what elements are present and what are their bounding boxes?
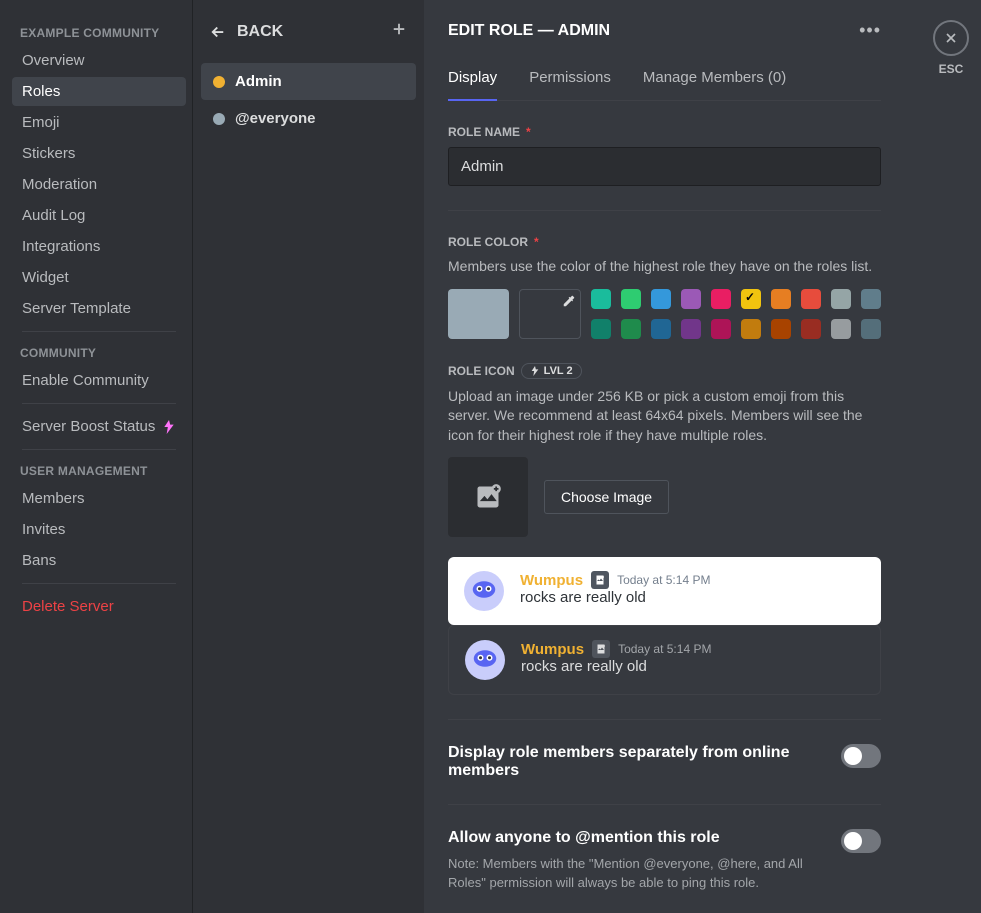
preview-message-light: Wumpus Today at 5:14 PM rocks are really…	[448, 557, 881, 625]
more-options-button[interactable]: •••	[859, 20, 881, 41]
close-icon	[943, 30, 959, 46]
role-icon-badge	[592, 640, 610, 658]
color-swatch[interactable]	[711, 319, 731, 339]
tabs: Display Permissions Manage Members (0)	[448, 57, 881, 101]
color-swatch[interactable]	[741, 289, 761, 309]
choose-image-button[interactable]: Choose Image	[544, 480, 669, 514]
color-swatch[interactable]	[591, 289, 611, 309]
color-swatch[interactable]	[681, 319, 701, 339]
settings-sidebar: Example Community OverviewRolesEmojiStic…	[0, 0, 192, 913]
sidebar-item-invites[interactable]: Invites	[12, 515, 186, 544]
tab-manage[interactable]: Manage Members (0)	[643, 57, 786, 100]
role-list-column: Back Admin @everyone	[192, 0, 424, 913]
page-title: Edit Role — Admin	[448, 22, 610, 40]
preview-text: rocks are really old	[521, 658, 864, 675]
sidebar-item-members[interactable]: Members	[12, 484, 186, 513]
role-icon-label: Role Icon LVL 2	[448, 363, 881, 379]
custom-color-picker[interactable]	[519, 289, 581, 339]
role-color-dot	[213, 76, 225, 88]
sidebar-item-widget[interactable]: Widget	[12, 263, 186, 292]
color-swatch[interactable]	[831, 289, 851, 309]
sidebar-item-bans[interactable]: Bans	[12, 546, 186, 575]
color-swatch[interactable]	[801, 289, 821, 309]
color-swatch[interactable]	[621, 319, 641, 339]
color-swatch[interactable]	[741, 319, 761, 339]
sidebar-item-server-boost-status[interactable]: Server Boost Status	[12, 412, 186, 441]
eyedropper-icon	[562, 294, 576, 308]
color-swatch[interactable]	[801, 319, 821, 339]
close-icon	[847, 835, 859, 847]
tab-display[interactable]: Display	[448, 57, 497, 100]
boost-icon	[162, 420, 176, 434]
role-color-dot	[213, 113, 225, 125]
mention-toggle-note: Note: Members with the "Mention @everyon…	[448, 855, 821, 891]
color-swatch[interactable]	[861, 289, 881, 309]
sidebar-item-emoji[interactable]: Emoji	[12, 108, 186, 137]
role-item-admin[interactable]: Admin	[201, 63, 416, 100]
preview-username: Wumpus	[520, 572, 583, 589]
color-swatch[interactable]	[621, 289, 641, 309]
role-item-everyone[interactable]: @everyone	[201, 100, 416, 137]
role-color-helper: Members use the color of the highest rol…	[448, 257, 881, 277]
add-role-button[interactable]	[390, 20, 408, 43]
role-name-label: Role Name*	[448, 125, 881, 139]
sidebar-item-integrations[interactable]: Integrations	[12, 232, 186, 261]
role-icon-helper: Upload an image under 256 KB or pick a c…	[448, 387, 881, 446]
preview-timestamp: Today at 5:14 PM	[617, 573, 710, 587]
color-swatch[interactable]	[681, 289, 701, 309]
server-name-heading: Example Community	[12, 20, 186, 46]
sidebar-item-enable-community[interactable]: Enable Community	[12, 366, 186, 395]
color-swatch[interactable]	[831, 319, 851, 339]
back-label: Back	[237, 23, 283, 41]
image-add-icon	[474, 483, 502, 511]
tab-permissions[interactable]: Permissions	[529, 57, 611, 100]
sidebar-item-delete-server[interactable]: Delete Server	[12, 592, 186, 621]
boost-icon	[530, 366, 540, 376]
close-column: ESC	[921, 0, 981, 913]
preview-text: rocks are really old	[520, 589, 865, 606]
color-swatch[interactable]	[861, 319, 881, 339]
avatar	[465, 640, 505, 680]
mention-toggle-label: Allow anyone to @mention this role	[448, 829, 821, 847]
sidebar-heading: Community	[12, 340, 186, 366]
role-name-input[interactable]	[448, 147, 881, 186]
preview-message-dark: Wumpus Today at 5:14 PM rocks are really…	[448, 625, 881, 695]
level-badge: LVL 2	[521, 363, 582, 379]
sidebar-item-audit-log[interactable]: Audit Log	[12, 201, 186, 230]
color-swatches	[591, 289, 881, 339]
sidebar-item-overview[interactable]: Overview	[12, 46, 186, 75]
role-icon-badge	[591, 571, 609, 589]
back-button[interactable]: Back	[209, 23, 283, 41]
sidebar-item-roles[interactable]: Roles	[12, 77, 186, 106]
sidebar-item-stickers[interactable]: Stickers	[12, 139, 186, 168]
hoist-toggle[interactable]	[841, 744, 881, 768]
arrow-left-icon	[209, 23, 227, 41]
close-button[interactable]	[933, 20, 969, 56]
color-swatch[interactable]	[771, 289, 791, 309]
color-swatch[interactable]	[651, 319, 671, 339]
close-icon	[847, 750, 859, 762]
color-swatch[interactable]	[771, 319, 791, 339]
esc-label: ESC	[921, 62, 981, 76]
hoist-toggle-label: Display role members separately from onl…	[448, 744, 821, 780]
preview-username: Wumpus	[521, 641, 584, 658]
role-color-label: Role Color*	[448, 235, 881, 249]
upload-image-box[interactable]	[448, 457, 528, 537]
color-swatch[interactable]	[711, 289, 731, 309]
sidebar-item-server-template[interactable]: Server Template	[12, 294, 186, 323]
sidebar-heading: User Management	[12, 458, 186, 484]
role-editor: Edit Role — Admin ••• Display Permissions…	[424, 0, 921, 913]
sidebar-item-moderation[interactable]: Moderation	[12, 170, 186, 199]
plus-icon	[390, 20, 408, 38]
default-color-swatch[interactable]	[448, 289, 509, 339]
role-item-label: @everyone	[235, 110, 316, 127]
avatar	[464, 571, 504, 611]
color-swatch[interactable]	[651, 289, 671, 309]
role-item-label: Admin	[235, 73, 282, 90]
preview-timestamp: Today at 5:14 PM	[618, 642, 711, 656]
color-swatch[interactable]	[591, 319, 611, 339]
mention-toggle[interactable]	[841, 829, 881, 853]
